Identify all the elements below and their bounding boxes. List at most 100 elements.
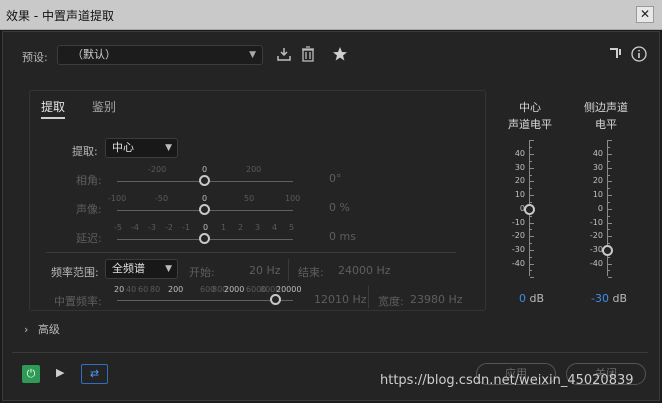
window-title: 效果 - 中置声道提取 xyxy=(6,9,114,23)
meter-tick xyxy=(530,167,534,169)
meter-scale-label: 30 xyxy=(592,162,603,172)
delay-scale-label: 0 xyxy=(203,223,209,232)
center-freq-scale-label: 80 xyxy=(150,285,161,294)
width-label: 宽度: xyxy=(378,295,404,308)
tab-discrimination[interactable]: 鉴别 xyxy=(92,98,116,115)
advanced-toggle[interactable]: › 高级 xyxy=(24,321,60,337)
delete-icon[interactable] xyxy=(299,46,317,64)
delay-value: 0 ms xyxy=(329,230,356,243)
meter-title: 声道电平 xyxy=(508,118,552,131)
meter-title: 电平 xyxy=(595,118,617,131)
meter-tick xyxy=(608,236,612,238)
delay-scale-label: -4 xyxy=(131,223,139,232)
meter-tick xyxy=(530,154,534,155)
center-freq-scale-label: 60 xyxy=(138,285,149,294)
chevron-right-icon: › xyxy=(24,323,29,336)
delay-scale-label: 3 xyxy=(255,223,261,232)
center-freq-slider-track[interactable] xyxy=(117,300,293,301)
meter-scale-label: -30 xyxy=(589,244,603,254)
delay-scale-label: -5 xyxy=(114,223,122,232)
pan-value: 0 % xyxy=(329,201,350,214)
meter-tick xyxy=(530,263,534,265)
play-icon: ▶ xyxy=(56,366,65,379)
meter-scale-label: 30 xyxy=(514,162,525,172)
extract-label: 提取: xyxy=(72,145,98,158)
delay-scale-label: -3 xyxy=(148,223,156,232)
end-label: 结束: xyxy=(298,266,324,279)
delay-scale-label: 1 xyxy=(221,223,227,232)
chevron-down-icon: ▼ xyxy=(165,143,172,153)
play-button[interactable]: ▶ xyxy=(56,366,64,379)
pan-scale-label: -50 xyxy=(155,194,169,203)
divider xyxy=(368,286,369,308)
center-level-meter[interactable]: 40 30 20 10 0 -10 -20 -30 -40 xyxy=(505,140,540,280)
phase-scale-label: 0 xyxy=(202,165,208,174)
meter-tick xyxy=(608,256,610,258)
routing-icon[interactable] xyxy=(607,46,625,64)
meter-scale-label: -40 xyxy=(511,258,525,268)
meter-tick xyxy=(530,222,534,224)
center-meter-value: 0 xyxy=(519,292,526,305)
meter-scale-label: 20 xyxy=(592,176,603,186)
footer-divider xyxy=(12,352,648,353)
delay-slider-handle[interactable] xyxy=(199,233,210,244)
phase-slider-handle[interactable] xyxy=(199,175,210,186)
meter-tick xyxy=(530,181,534,183)
meter-tick xyxy=(530,160,532,162)
center-freq-scale-label: 200 xyxy=(168,285,184,294)
watermark: https://blog.csdn.net/weixin_45020839 xyxy=(380,373,634,388)
meter-level-handle[interactable] xyxy=(602,244,613,256)
meter-tick xyxy=(608,243,610,245)
center-meter-readout[interactable]: 0 dB xyxy=(519,292,544,305)
meter-tick xyxy=(608,277,612,279)
meter-tick xyxy=(530,174,532,176)
pan-scale-label: 50 xyxy=(244,194,255,203)
pan-slider-handle[interactable] xyxy=(199,204,210,215)
meter-tick xyxy=(608,208,612,210)
save-preset-icon[interactable] xyxy=(275,46,293,64)
meter-scale-label: -30 xyxy=(511,244,525,254)
side-meter-readout[interactable]: -30 dB xyxy=(591,292,627,305)
meter-scale-label: -20 xyxy=(589,231,603,241)
close-window-button[interactable]: ✕ xyxy=(636,6,654,23)
close-icon: ✕ xyxy=(639,7,651,21)
meter-tick xyxy=(608,174,610,176)
phase-scale-label: 200 xyxy=(246,165,262,174)
end-value[interactable]: 24000 Hz xyxy=(338,264,391,277)
freq-range-dropdown[interactable]: 全频谱 ▼ xyxy=(105,259,178,279)
start-value[interactable]: 20 Hz xyxy=(249,264,281,277)
side-level-meter[interactable]: 40 30 20 10 0 -10 -20 -30 -40 xyxy=(583,140,618,280)
star-icon[interactable] xyxy=(331,46,349,64)
preset-dropdown[interactable]: （默认） ▼ xyxy=(57,45,263,65)
meter-level-handle[interactable] xyxy=(524,203,535,215)
meter-tick xyxy=(608,270,610,272)
meter-tick xyxy=(608,188,610,190)
title-bar: 效果 - 中置声道提取 ✕ xyxy=(0,0,662,30)
meter-scale-label: 10 xyxy=(592,190,603,200)
freq-range-label: 频率范围: xyxy=(51,266,99,279)
delay-scale-label: 2 xyxy=(238,223,244,232)
meter-tick xyxy=(530,147,532,149)
extract-dropdown[interactable]: 中心 ▼ xyxy=(105,138,178,158)
meter-tick xyxy=(530,215,532,217)
meter-tick xyxy=(608,215,610,217)
center-freq-slider-handle[interactable] xyxy=(270,294,281,305)
meter-tick xyxy=(530,236,534,238)
phase-label: 相角: xyxy=(76,174,102,187)
delay-scale-label: 4 xyxy=(272,223,278,232)
meter-scale-label: -10 xyxy=(511,217,525,227)
center-freq-value[interactable]: 12010 Hz xyxy=(314,293,367,306)
tab-extract[interactable]: 提取 xyxy=(41,98,66,119)
meter-tick xyxy=(608,147,610,149)
width-value[interactable]: 23980 Hz xyxy=(410,293,463,306)
info-icon[interactable] xyxy=(630,46,648,64)
pan-scale-label: 0 xyxy=(202,194,208,203)
meter-tick xyxy=(608,201,610,203)
power-toggle[interactable]: ⏻ xyxy=(22,365,40,383)
meter-tick xyxy=(608,195,612,197)
meter-scale-label: 0 xyxy=(597,203,603,213)
meter-scale-label: -10 xyxy=(589,217,603,227)
loop-icon: ⇄ xyxy=(89,367,100,380)
loop-toggle[interactable]: ⇄ xyxy=(81,364,108,384)
center-freq-scale-label: 2000 xyxy=(224,285,245,294)
